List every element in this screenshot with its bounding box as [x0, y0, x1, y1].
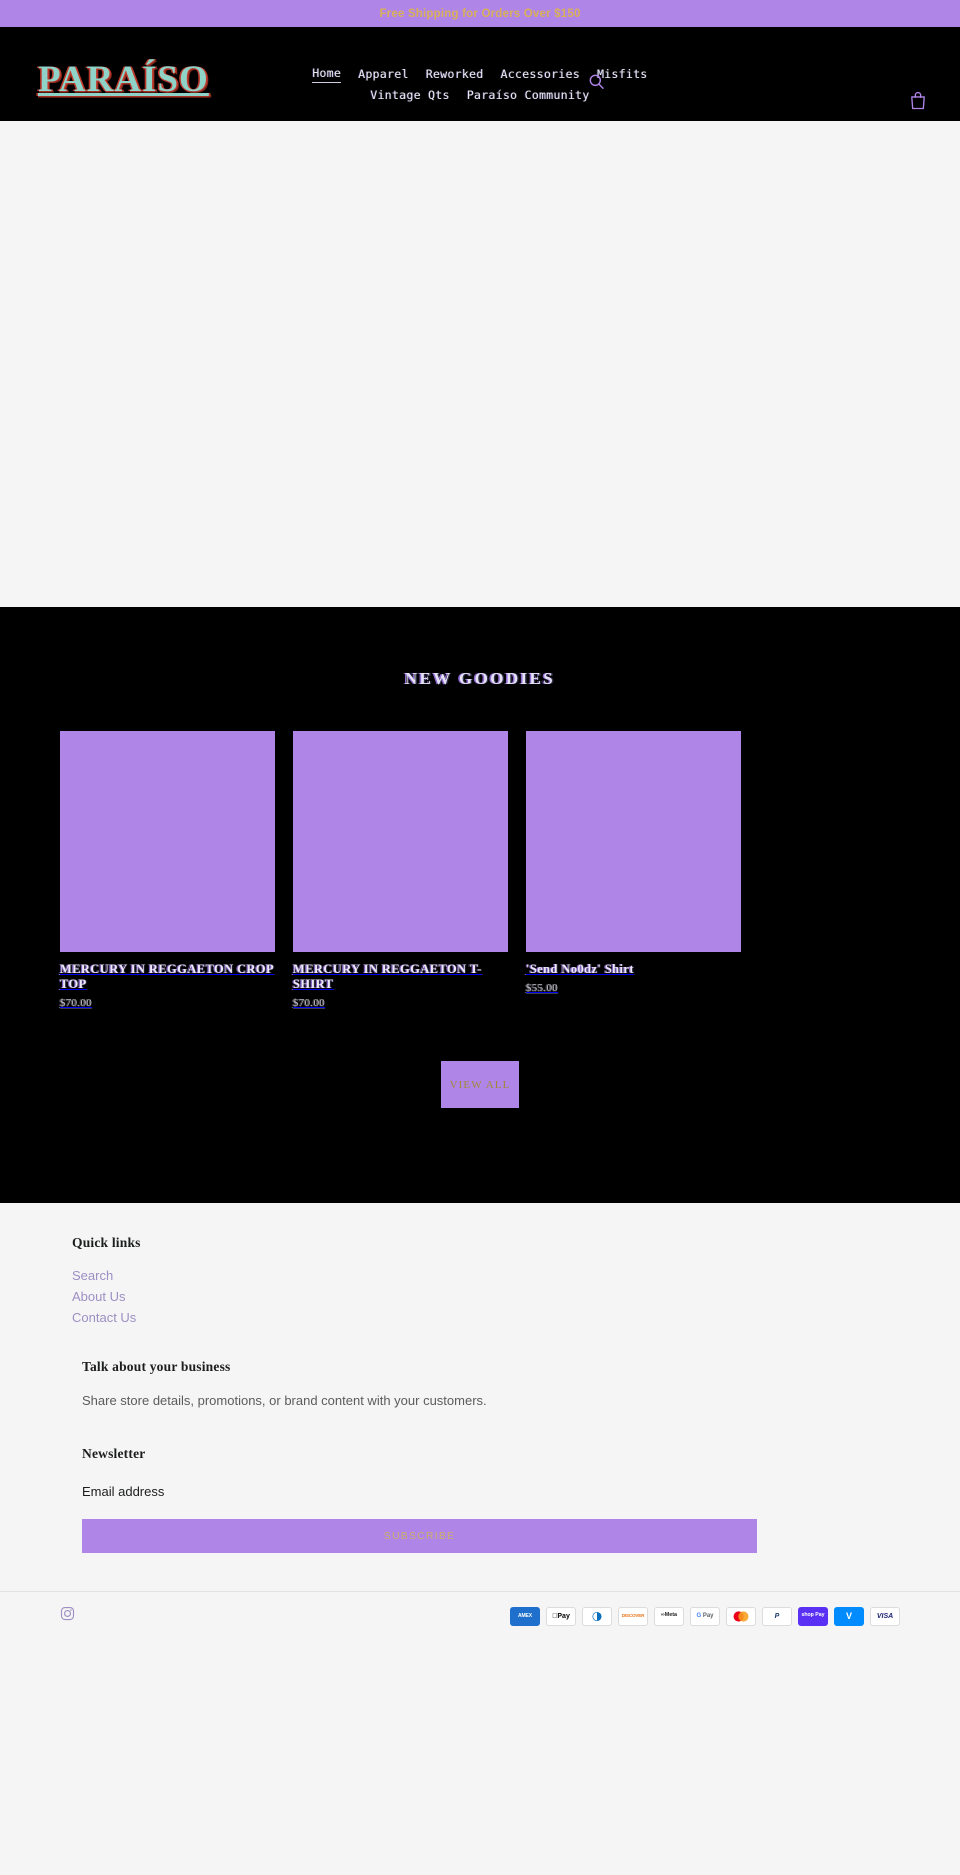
nav-item-home[interactable]: Home [312, 65, 342, 83]
nav-row-secondary: Vintage Qts Paraíso Community [370, 87, 589, 103]
quick-links-heading: Quick links [72, 1235, 141, 1250]
email-label: Email address [82, 1484, 165, 1499]
hero-banner [0, 121, 960, 607]
paypal-icon: P [762, 1606, 792, 1626]
diners-club-icon [582, 1606, 612, 1626]
announcement-bar: Free Shipping for Orders Over $150 [0, 0, 960, 27]
list-item: Contact Us [72, 1309, 888, 1327]
social-links [60, 1606, 75, 1626]
nav-item-apparel[interactable]: Apparel [358, 66, 409, 82]
nav-item-accessories[interactable]: Accessories [501, 66, 580, 82]
section-title: NEW GOODIES [404, 669, 556, 688]
view-all-container: VIEW ALL [0, 1061, 960, 1108]
instagram-icon[interactable] [60, 1606, 75, 1626]
product-image [60, 731, 275, 952]
main-navigation: Home Apparel Reworked Accessories Misfit… [0, 65, 960, 103]
mastercard-icon [726, 1606, 756, 1626]
google-pay-icon: G Pay [690, 1606, 720, 1626]
subscribe-button[interactable]: SUBSCRIBE [82, 1519, 757, 1553]
product-price: $55.00 [526, 982, 559, 994]
amex-icon: AMEX [510, 1606, 540, 1626]
quick-link-about-us[interactable]: About Us [72, 1289, 125, 1304]
quick-link-search[interactable]: Search [72, 1268, 113, 1283]
cart-icon[interactable] [908, 89, 928, 111]
newsletter-block: Newsletter Email address SUBSCRIBE [72, 1446, 888, 1553]
nav-item-reworked[interactable]: Reworked [426, 66, 484, 82]
quick-links-list: Search About Us Contact Us [72, 1267, 888, 1327]
discover-icon: DISCOVER [618, 1606, 648, 1626]
product-price: $70.00 [293, 997, 326, 1009]
nav-item-paraiso-community[interactable]: Paraíso Community [467, 87, 590, 103]
new-goodies-section: NEW GOODIES MERCURY IN REGGAETON CROP TO… [0, 607, 960, 1203]
search-icon[interactable] [586, 71, 606, 91]
product-title: 'Send No0dz' Shirt [526, 962, 634, 976]
product-price: $70.00 [60, 997, 93, 1009]
view-all-button[interactable]: VIEW ALL [441, 1061, 519, 1108]
meta-pay-icon: ∞ Meta [654, 1606, 684, 1626]
product-image [526, 731, 741, 952]
product-grid: MERCURY IN REGGAETON CROP TOP $70.00 MER… [0, 731, 960, 1009]
email-field[interactable] [82, 1499, 888, 1500]
newsletter-heading: Newsletter [82, 1446, 146, 1461]
business-heading: Talk about your business [82, 1359, 231, 1374]
product-card[interactable]: MERCURY IN REGGAETON T-SHIRT $70.00 [293, 731, 508, 1009]
product-image [293, 731, 508, 952]
announcement-text: Free Shipping for Orders Over $150 [379, 7, 581, 20]
list-item: Search [72, 1267, 888, 1285]
venmo-icon: V [834, 1606, 864, 1626]
quick-link-contact-us[interactable]: Contact Us [72, 1310, 136, 1325]
site-footer: Quick links Search About Us Contact Us T… [0, 1203, 960, 1638]
product-card[interactable]: 'Send No0dz' Shirt $55.00 [526, 731, 741, 1009]
footer-content: Quick links Search About Us Contact Us T… [0, 1235, 960, 1553]
business-block: Talk about your business Share store det… [72, 1359, 888, 1408]
payment-methods: AMEX Pay DISCOVER ∞Meta G Pay P shop Pa… [510, 1606, 900, 1626]
site-header: PARAÍSO Home Apparel Reworked Accessorie… [0, 27, 960, 121]
apple-pay-icon: Pay [546, 1606, 576, 1626]
product-title: MERCURY IN REGGAETON CROP TOP [60, 962, 275, 991]
shop-pay-icon: shop Pay [798, 1606, 828, 1626]
list-item: About Us [72, 1288, 888, 1306]
business-text: Share store details, promotions, or bran… [82, 1393, 487, 1408]
visa-icon: VISA [870, 1606, 900, 1626]
nav-item-vintage-qts[interactable]: Vintage Qts [370, 87, 449, 103]
product-card[interactable]: MERCURY IN REGGAETON CROP TOP $70.00 [60, 731, 275, 1009]
footer-bottom-bar: AMEX Pay DISCOVER ∞Meta G Pay P shop Pa… [0, 1591, 960, 1638]
product-title: MERCURY IN REGGAETON T-SHIRT [293, 962, 482, 991]
